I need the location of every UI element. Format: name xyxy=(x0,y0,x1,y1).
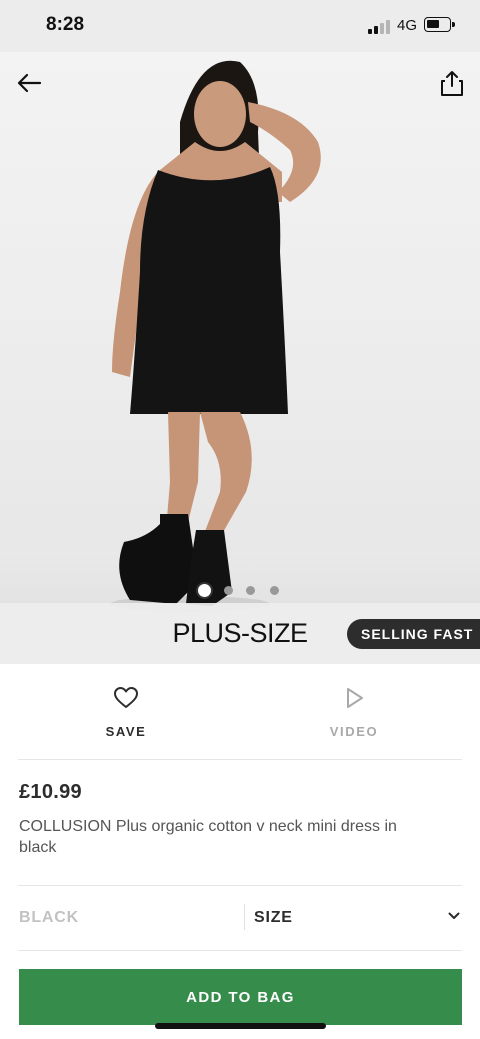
play-icon xyxy=(347,688,363,708)
selector-divider xyxy=(244,904,245,930)
status-bar: 8:28 4G xyxy=(0,0,480,52)
chevron-down-icon xyxy=(448,912,460,919)
image-pagination[interactable] xyxy=(196,582,286,600)
colour-value: BLACK xyxy=(19,909,79,926)
heart-icon xyxy=(114,687,138,708)
status-time: 8:28 xyxy=(46,14,85,35)
save-button[interactable]: SAVE xyxy=(56,686,196,739)
divider xyxy=(18,950,462,951)
video-button[interactable]: VIDEO xyxy=(284,686,424,739)
save-label: SAVE xyxy=(105,724,147,739)
selling-fast-badge: SELLING FAST xyxy=(347,619,480,649)
divider xyxy=(18,885,462,886)
product-price: £10.99 xyxy=(19,781,82,803)
add-to-bag-button[interactable]: ADD TO BAG xyxy=(19,969,462,1025)
pagination-dot[interactable] xyxy=(196,582,213,599)
video-label: VIDEO xyxy=(329,724,379,739)
pagination-dot[interactable] xyxy=(246,586,255,595)
product-title: COLLUSION Plus organic cotton v neck min… xyxy=(19,818,397,856)
battery-icon xyxy=(424,17,455,32)
product-photo xyxy=(110,60,321,612)
share-icon[interactable] xyxy=(439,68,465,98)
size-dropdown[interactable]: SIZE xyxy=(254,902,462,934)
divider xyxy=(18,759,462,760)
home-indicator[interactable] xyxy=(155,1023,326,1029)
pagination-dot[interactable] xyxy=(270,586,279,595)
arrow-left-icon[interactable] xyxy=(14,68,44,98)
pagination-dot[interactable] xyxy=(224,586,233,595)
network-type: 4G xyxy=(397,17,418,34)
signal-icon xyxy=(368,20,392,34)
size-label: SIZE xyxy=(254,909,293,926)
product-image-gallery[interactable]: PLUS-SIZE SELLING FAST xyxy=(0,52,480,664)
